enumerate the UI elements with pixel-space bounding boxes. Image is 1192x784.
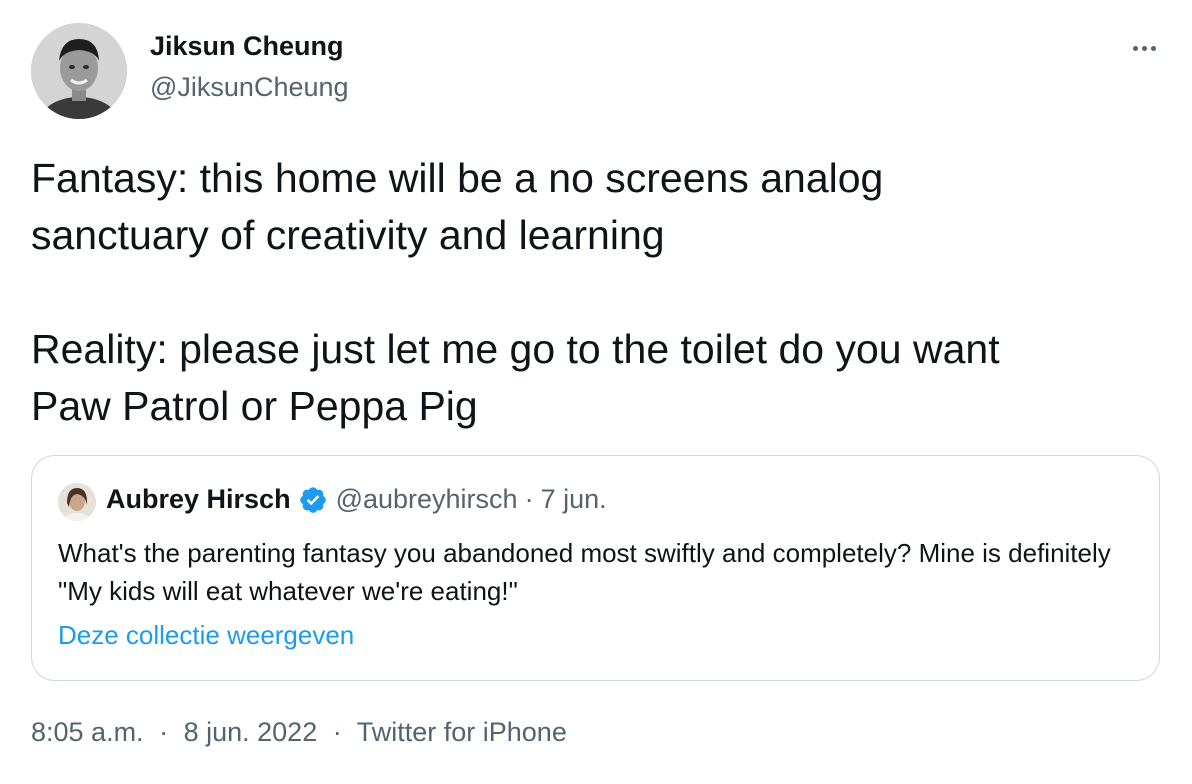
verified-badge-icon (299, 486, 326, 513)
quote-author-avatar-image (58, 483, 96, 521)
tweet-text: Fantasy: this home will be a no screens … (31, 150, 1161, 435)
quote-date[interactable]: 7 jun. (541, 484, 607, 515)
quote-text: What's the parenting fantasy you abandon… (58, 538, 1111, 606)
more-horizontal-icon (1132, 45, 1138, 51)
quote-author-handle[interactable]: @aubreyhirsch (336, 484, 518, 515)
quote-author-avatar[interactable] (58, 483, 96, 521)
author-avatar[interactable] (31, 23, 127, 119)
tweet: Jiksun Cheung @JiksunCheung Fantasy: thi… (0, 0, 1192, 784)
author-handle[interactable]: @JiksunCheung (150, 72, 349, 103)
show-collection-link[interactable]: Deze collectie weergeven (58, 620, 354, 651)
quoted-tweet-card[interactable]: Aubrey Hirsch @aubreyhirsch · 7 jun. Wha… (31, 455, 1160, 681)
tweet-meta: 8:05 a.m. · 8 jun. 2022 · Twitter for iP… (31, 717, 567, 748)
tweet-date[interactable]: 8 jun. 2022 (184, 717, 318, 747)
author-name[interactable]: Jiksun Cheung (150, 31, 344, 62)
quote-author-name[interactable]: Aubrey Hirsch (106, 484, 291, 515)
author-avatar-image (31, 23, 127, 119)
separator: · (332, 717, 342, 747)
tweet-paragraph: Fantasy: this home will be a no screens … (31, 155, 884, 258)
separator: · (159, 717, 169, 747)
tweet-source[interactable]: Twitter for iPhone (357, 717, 567, 747)
more-options-button[interactable] (1122, 30, 1166, 66)
tweet-paragraph: Reality: please just let me go to the to… (31, 326, 1000, 429)
separator: · (524, 484, 534, 514)
tweet-time[interactable]: 8:05 a.m. (31, 717, 144, 747)
quote-header: Aubrey Hirsch @aubreyhirsch · 7 jun. (106, 484, 607, 515)
